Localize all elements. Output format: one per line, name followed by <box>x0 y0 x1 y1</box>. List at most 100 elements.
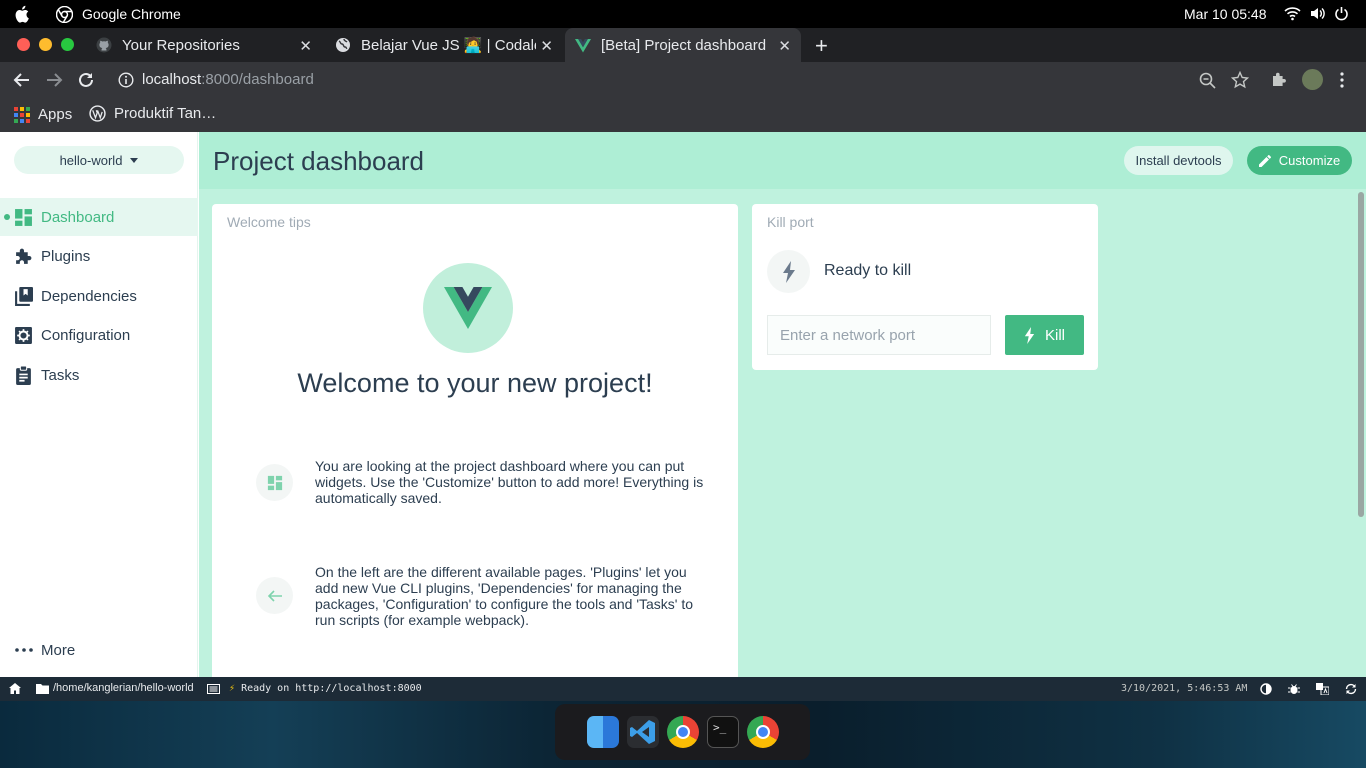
bookmark-label: Produktif Tan… <box>114 105 217 122</box>
vue-icon <box>575 39 591 53</box>
sidebar-item-dashboard[interactable]: Dashboard <box>0 198 198 236</box>
dock: >_ <box>555 704 810 760</box>
main-scrollbar[interactable] <box>1358 192 1364 517</box>
clock[interactable]: Mar 10 05:48 <box>1184 6 1267 22</box>
project-name: hello-world <box>59 152 123 168</box>
kill-button[interactable]: Kill <box>1005 315 1084 355</box>
kill-label: Kill <box>1044 326 1065 344</box>
sidebar-item-dependencies[interactable]: Dependencies <box>0 277 198 315</box>
kill-port-widget: Kill port Ready to kill Kill <box>752 204 1098 370</box>
bug-icon[interactable] <box>1288 683 1300 695</box>
sidebar-more[interactable]: More <box>0 632 198 668</box>
more-label: More <box>41 642 76 659</box>
tab-project-dashboard[interactable]: [Beta] Project dashboard ✕ <box>565 28 801 62</box>
zoom-icon[interactable] <box>1199 72 1216 89</box>
status-bar: /home/kanglerian/hello-world ⚡ Ready on … <box>0 677 1366 701</box>
dashboard-icon <box>15 208 32 226</box>
sidebar-item-configuration[interactable]: Configuration <box>0 316 198 354</box>
vue-logo-icon <box>444 287 492 329</box>
vscode-icon[interactable] <box>627 716 659 748</box>
arrow-left-icon <box>267 589 282 602</box>
sidebar-item-label: Tasks <box>41 366 80 384</box>
lightning-icon <box>1024 326 1035 344</box>
extensions-puzzle-icon[interactable] <box>1270 71 1288 89</box>
widget-title: Welcome tips <box>227 214 311 230</box>
network-port-input[interactable] <box>767 315 991 355</box>
apple-icon[interactable] <box>14 5 30 23</box>
wifi-icon[interactable] <box>1284 6 1301 21</box>
window-minimize-button[interactable] <box>39 38 52 51</box>
bookmark-produktif[interactable]: Produktif Tan… <box>89 105 216 122</box>
translate-icon[interactable] <box>1316 683 1329 695</box>
wordpress-icon <box>89 105 106 122</box>
sidebar-item-tasks[interactable]: Tasks <box>0 356 198 394</box>
site-info-icon[interactable] <box>118 72 134 88</box>
active-marker <box>4 214 10 220</box>
lightning-icon <box>782 260 795 283</box>
status-icon-wrapper <box>767 250 810 293</box>
bookmark-apps[interactable]: Apps <box>14 106 72 123</box>
url-host: localhost <box>142 71 202 88</box>
bookmark-star-icon[interactable] <box>1231 71 1249 89</box>
log-text: Ready on http://localhost:8000 <box>241 683 422 694</box>
power-icon[interactable] <box>1334 6 1349 21</box>
back-icon[interactable] <box>13 71 31 89</box>
tab-belajar-vue[interactable]: Belajar Vue JS 🧑‍💻 | Codale ✕ <box>325 28 563 62</box>
log-timestamp: 3/10/2021, 5:46:53 AM <box>1121 683 1248 694</box>
refresh-icon[interactable] <box>1345 683 1357 695</box>
address-bar[interactable]: localhost:8000/dashboard <box>142 71 314 88</box>
sidebar-item-label: Dependencies <box>41 287 137 305</box>
window-maximize-button[interactable] <box>61 38 74 51</box>
folder-icon <box>36 684 49 694</box>
close-icon[interactable]: ✕ <box>299 37 312 55</box>
close-icon[interactable]: ✕ <box>778 37 791 55</box>
close-icon[interactable]: ✕ <box>540 37 553 55</box>
os-menubar: Google Chrome Mar 10 05:48 <box>0 0 1366 28</box>
page-title: Project dashboard <box>213 146 425 176</box>
settings-icon <box>15 326 32 344</box>
welcome-tips-widget: Welcome tips Welcome to your new project… <box>212 204 738 684</box>
chrome-dock-icon[interactable] <box>667 716 699 748</box>
finder-icon[interactable] <box>587 716 619 748</box>
chrome-icon <box>56 6 73 23</box>
github-icon <box>96 37 112 53</box>
project-path[interactable]: /home/kanglerian/hello-world <box>53 682 194 694</box>
customize-button[interactable]: Customize <box>1247 146 1352 175</box>
url-path: :8000/dashboard <box>201 71 314 88</box>
bookmark-label: Apps <box>38 106 73 123</box>
install-devtools-button[interactable]: Install devtools <box>1124 146 1233 175</box>
bookmarks-bar: Apps Produktif Tan… <box>0 98 1366 132</box>
profile-avatar[interactable] <box>1302 69 1323 90</box>
lightning-glyph: ⚡ <box>229 683 236 694</box>
home-icon[interactable] <box>9 683 21 694</box>
dark-mode-icon[interactable] <box>1260 683 1272 695</box>
sidebar-item-label: Configuration <box>41 326 131 344</box>
project-selector[interactable]: hello-world <box>14 146 184 174</box>
console-icon[interactable] <box>207 684 220 694</box>
chrome-dock-icon[interactable] <box>747 716 779 748</box>
main-content: Project dashboard Install devtools Custo… <box>199 132 1366 684</box>
tip-icon-wrapper <box>256 577 293 614</box>
sidebar-item-plugins[interactable]: Plugins <box>0 237 198 275</box>
vue-ui-app: hello-world Dashboard Plugins Dependenci… <box>0 132 1366 684</box>
pencil-icon <box>1258 154 1271 167</box>
kebab-menu-icon[interactable] <box>1338 71 1346 89</box>
reload-icon[interactable] <box>77 71 95 89</box>
globe-icon <box>336 38 350 52</box>
window-close-button[interactable] <box>17 38 30 51</box>
forward-icon[interactable] <box>45 71 63 89</box>
customize-label: Customize <box>1278 153 1341 168</box>
desktop-wallpaper: >_ <box>0 701 1366 768</box>
new-tab-button[interactable]: + <box>815 33 828 59</box>
sidebar: hello-world Dashboard Plugins Dependenci… <box>0 132 198 677</box>
page-header: Project dashboard Install devtools Custo… <box>199 132 1366 189</box>
tip-icon-wrapper <box>256 464 293 501</box>
terminal-icon[interactable]: >_ <box>707 716 739 748</box>
puzzle-icon <box>16 248 32 264</box>
tip-text: On the left are the different available … <box>315 564 694 628</box>
volume-icon[interactable] <box>1309 6 1326 21</box>
active-app-name[interactable]: Google Chrome <box>82 6 181 22</box>
tab-your-repositories[interactable]: Your Repositories ✕ <box>86 28 322 62</box>
tip-text: You are looking at the project dashboard… <box>315 458 704 506</box>
tab-label: [Beta] Project dashboard <box>601 36 767 54</box>
